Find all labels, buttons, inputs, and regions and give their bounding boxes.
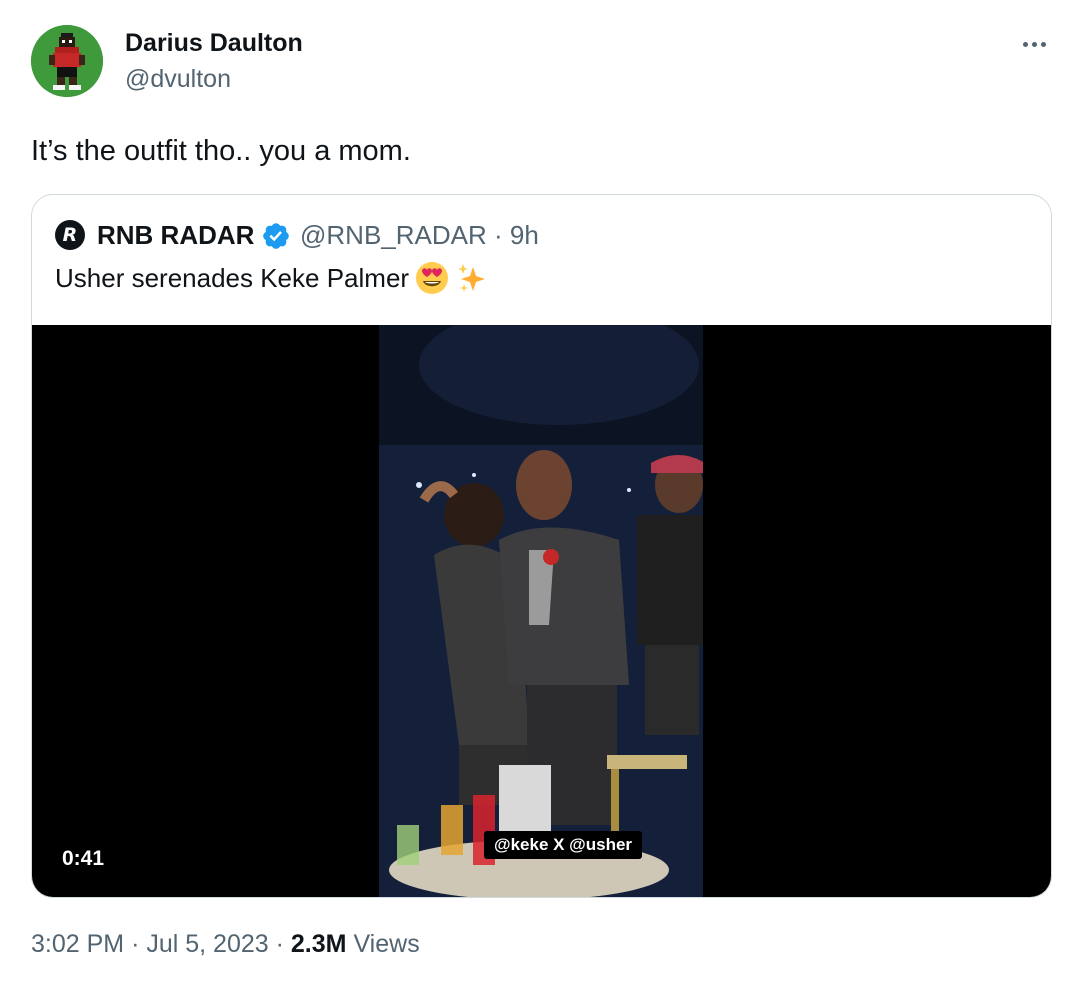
tweet: Darius Daulton @dvulton It’s the outfit … [0,0,1090,987]
author-handle[interactable]: @dvulton [125,64,231,94]
quote-text: Usher serenades Keke Palmer [55,261,489,295]
tweet-date[interactable]: Jul 5, 2023 [146,930,268,958]
pixel-character-avatar-icon [31,25,103,97]
quote-author-avatar[interactable]: R [55,220,85,250]
video-duration: 0:41 [62,847,105,870]
heart-eyes-emoji-icon [415,261,449,295]
video-caption: @keke X @usher [484,831,643,859]
verified-badge-icon [263,223,289,249]
meta-separator-2: · [275,930,284,958]
tweet-meta: 3:02 PM · Jul 5, 2023 · 2.3M Views [31,928,420,960]
views-label: Views [353,930,420,958]
quote-text-content: Usher serenades Keke Palmer [55,263,410,293]
author-avatar[interactable] [31,25,103,97]
quote-author-name: RNB RADAR [97,220,255,250]
views-count[interactable]: 2.3M [291,930,347,958]
video-player[interactable]: @keke X @usher 0:41 [32,325,1051,897]
more-horizontal-icon [1022,41,1028,47]
concert-scene-image [379,325,703,897]
author-name[interactable]: Darius Daulton [125,28,303,58]
quote-author-handle-time[interactable]: @RNB_RADAR · 9h [300,219,539,251]
video-frame: @keke X @usher [379,325,703,897]
more-options-button[interactable] [1012,26,1056,62]
meta-separator: · [131,930,140,958]
sparkles-emoji-icon [455,261,489,295]
tweet-time[interactable]: 3:02 PM [31,930,124,958]
tweet-text: It’s the outfit tho.. you a mom. [31,135,411,167]
quoted-tweet[interactable]: R RNB RADAR @RNB_RADAR · 9h Usher serena… [31,194,1052,898]
